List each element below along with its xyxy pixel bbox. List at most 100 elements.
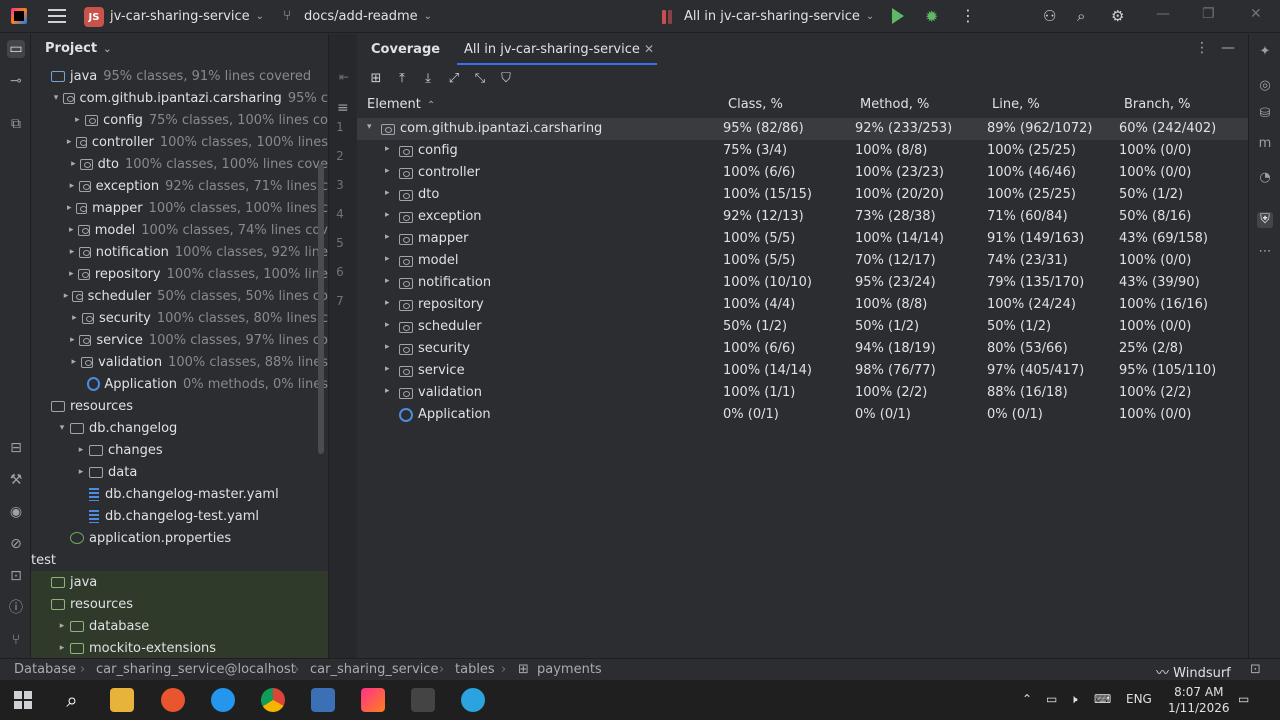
debug-icon[interactable]: ✹ [925, 7, 938, 26]
project-scrollbar[interactable] [318, 164, 324, 454]
coverage-row[interactable]: ▸ notification 100% (10/10) 95% (23/24) 79% … [357, 272, 1248, 294]
collapse-arrow-icon[interactable]: ▸ [66, 225, 76, 235]
collapse-arrow-icon[interactable]: ▸ [385, 364, 390, 374]
breadcrumb-connection[interactable]: car_sharing_service@localhost [96, 662, 296, 677]
tree-row[interactable]: db.changelog-master.yaml [31, 483, 328, 505]
telegram-icon[interactable] [461, 688, 485, 712]
collapse-arrow-icon[interactable]: ▸ [72, 115, 83, 125]
minimize-icon[interactable]: — [1156, 6, 1170, 22]
maximize-icon[interactable]: ❐ [1202, 6, 1215, 22]
options-icon[interactable]: ⋮ [1195, 40, 1209, 56]
coverage-row[interactable]: ▸ dto 100% (15/15) 100% (20/20) 100% (25/25)… [357, 184, 1248, 206]
collapse-arrow-icon[interactable]: ▸ [385, 342, 390, 352]
collapse-arrow-icon[interactable]: ▸ [69, 313, 79, 323]
lock-icon[interactable]: ⊡ [1250, 662, 1261, 677]
tree-row[interactable]: java [31, 571, 328, 593]
tree-row[interactable]: db.changelog-test.yaml [31, 505, 328, 527]
notification-center-icon[interactable]: ▭ [1238, 692, 1249, 706]
tab-all-in-service[interactable]: All in jv-car-sharing-service [464, 42, 640, 57]
coverage-row[interactable]: ▾ com.github.ipantazi.carsharing 95% (82/8… [357, 118, 1248, 140]
collapse-arrow-icon[interactable]: ▸ [69, 357, 79, 367]
branch-selector[interactable]: docs/add-readme ⌄ [304, 9, 432, 24]
collapse-arrow-icon[interactable]: ▸ [385, 254, 390, 264]
hide-panel-icon[interactable]: — [1221, 40, 1235, 56]
volume-icon[interactable]: 🕨 [1070, 692, 1078, 707]
maven-icon[interactable]: m [1257, 136, 1273, 152]
collapse-arrow-icon[interactable]: ▸ [65, 137, 74, 147]
battery-icon[interactable]: ▭ [1046, 692, 1057, 706]
tree-row[interactable]: ▸ dto 100% classes, 100% lines cove [31, 153, 328, 175]
copilot-icon[interactable]: ◎ [1257, 78, 1273, 94]
tree-row[interactable]: ▾ com.github.ipantazi.carsharing 95% c [31, 87, 328, 109]
close-icon[interactable]: ✕ [1250, 6, 1262, 22]
coverage-row[interactable]: ▸ controller 100% (6/6) 100% (23/23) 100% (4… [357, 162, 1248, 184]
column-header-class[interactable]: Class, % [728, 97, 783, 112]
run-icon[interactable] [892, 8, 904, 24]
collapse-arrow-icon[interactable]: ▸ [385, 298, 390, 308]
tree-row[interactable]: ▸ changes [31, 439, 328, 461]
tree-row[interactable]: ▸ mapper 100% classes, 100% lines c [31, 197, 328, 219]
file-explorer-icon[interactable] [110, 688, 134, 712]
column-header-line[interactable]: Line, % [992, 97, 1040, 112]
coverage-row[interactable]: ▸ scheduler 50% (1/2) 50% (1/2) 50% (1/2) 100… [357, 316, 1248, 338]
run-config-selector[interactable]: All in jv-car-sharing-service ⌄ [684, 9, 874, 24]
expand-arrow-icon[interactable]: ▾ [56, 423, 68, 433]
problems-icon[interactable]: ⊘ [7, 535, 25, 553]
gradle-icon[interactable]: ◔ [1257, 170, 1273, 186]
navigate-up-icon[interactable]: ⤒ [393, 70, 411, 88]
coverage-shield-icon[interactable]: ⛨ [1257, 212, 1273, 228]
collapse-arrow-icon[interactable]: ▸ [67, 335, 77, 345]
coverage-row[interactable]: ▸ model 100% (5/5) 70% (12/17) 74% (23/31) 10… [357, 250, 1248, 272]
search-icon[interactable]: ⌕ [60, 688, 84, 712]
collapse-icon[interactable]: ⇤ [339, 70, 349, 84]
project-folder-icon[interactable]: ▭ [7, 40, 25, 58]
collapse-arrow-icon[interactable]: ▸ [385, 144, 390, 154]
postman-icon[interactable] [161, 688, 185, 712]
collapse-arrow-icon[interactable]: ▸ [385, 232, 390, 242]
project-panel-title[interactable]: Project ⌄ [45, 41, 111, 56]
ai-assistant-icon[interactable]: ✦ [1257, 44, 1273, 60]
collapse-arrow-icon[interactable]: ▸ [75, 445, 87, 455]
docker-icon[interactable] [211, 688, 235, 712]
tree-row[interactable]: ▸ model 100% classes, 74% lines cov [31, 219, 328, 241]
collapse-arrow-icon[interactable]: ▸ [68, 159, 78, 169]
chrome-icon[interactable] [261, 688, 285, 712]
add-user-icon[interactable]: ⚇ [1043, 7, 1056, 25]
tree-row[interactable]: ▸ exception 92% classes, 71% lines c [31, 175, 328, 197]
close-tab-icon[interactable]: ✕ [644, 42, 654, 56]
git-icon[interactable]: ⑂ [7, 631, 25, 649]
collapse-arrow-icon[interactable]: ▸ [385, 320, 390, 330]
coverage-row[interactable]: ▸ security 100% (6/6) 94% (18/19) 80% (53/66… [357, 338, 1248, 360]
tree-row[interactable]: ▸ database [31, 615, 328, 637]
coverage-row[interactable]: ▸ mapper 100% (5/5) 100% (14/14) 91% (149/16… [357, 228, 1248, 250]
tree-row[interactable]: test [31, 549, 328, 571]
tray-chevron-icon[interactable]: ⌃ [1022, 692, 1032, 706]
collapse-arrow-icon[interactable]: ▸ [62, 291, 70, 301]
services-icon[interactable]: ⊟ [7, 439, 25, 457]
tree-row[interactable]: ▾ db.changelog [31, 417, 328, 439]
windows-start-icon[interactable] [14, 691, 32, 709]
collapse-arrow-icon[interactable]: ▸ [385, 188, 390, 198]
expand-arrow-icon[interactable]: ▾ [51, 93, 61, 103]
tree-row[interactable]: ▸ security 100% classes, 80% lines c [31, 307, 328, 329]
coverage-row[interactable]: Application 0% (0/1) 0% (0/1) 0% (0/1) 100% … [357, 404, 1248, 426]
column-header-element[interactable]: Element ⌃ [367, 97, 435, 112]
language-indicator[interactable]: ENG [1126, 692, 1152, 706]
expand-all-icon[interactable]: ⤢ [445, 70, 463, 88]
tree-row[interactable]: application.properties [31, 527, 328, 549]
project-badge[interactable]: JS [84, 7, 104, 27]
collapse-arrow-icon[interactable]: ▸ [65, 203, 74, 213]
expand-arrow-icon[interactable]: ▾ [367, 122, 372, 132]
flatten-packages-icon[interactable]: ⊞ [367, 70, 385, 88]
collapse-arrow-icon[interactable]: ▸ [67, 247, 77, 257]
search-icon[interactable]: ⌕ [1077, 7, 1085, 25]
breadcrumb-tables[interactable]: tables [455, 662, 495, 677]
column-header-branch[interactable]: Branch, % [1124, 97, 1190, 112]
project-selector[interactable]: jv-car-sharing-service ⌄ [110, 9, 264, 24]
coverage-row[interactable]: ▸ config 75% (3/4) 100% (8/8) 100% (25/25) 10… [357, 140, 1248, 162]
structure-icon[interactable]: ⧉ [7, 115, 25, 133]
terminal-icon[interactable]: ⊡ [7, 567, 25, 585]
breadcrumb-schema[interactable]: car_sharing_service [310, 662, 438, 677]
collapse-arrow-icon[interactable]: ▸ [75, 467, 87, 477]
settings-gear-icon[interactable]: ⚙ [1111, 7, 1124, 25]
